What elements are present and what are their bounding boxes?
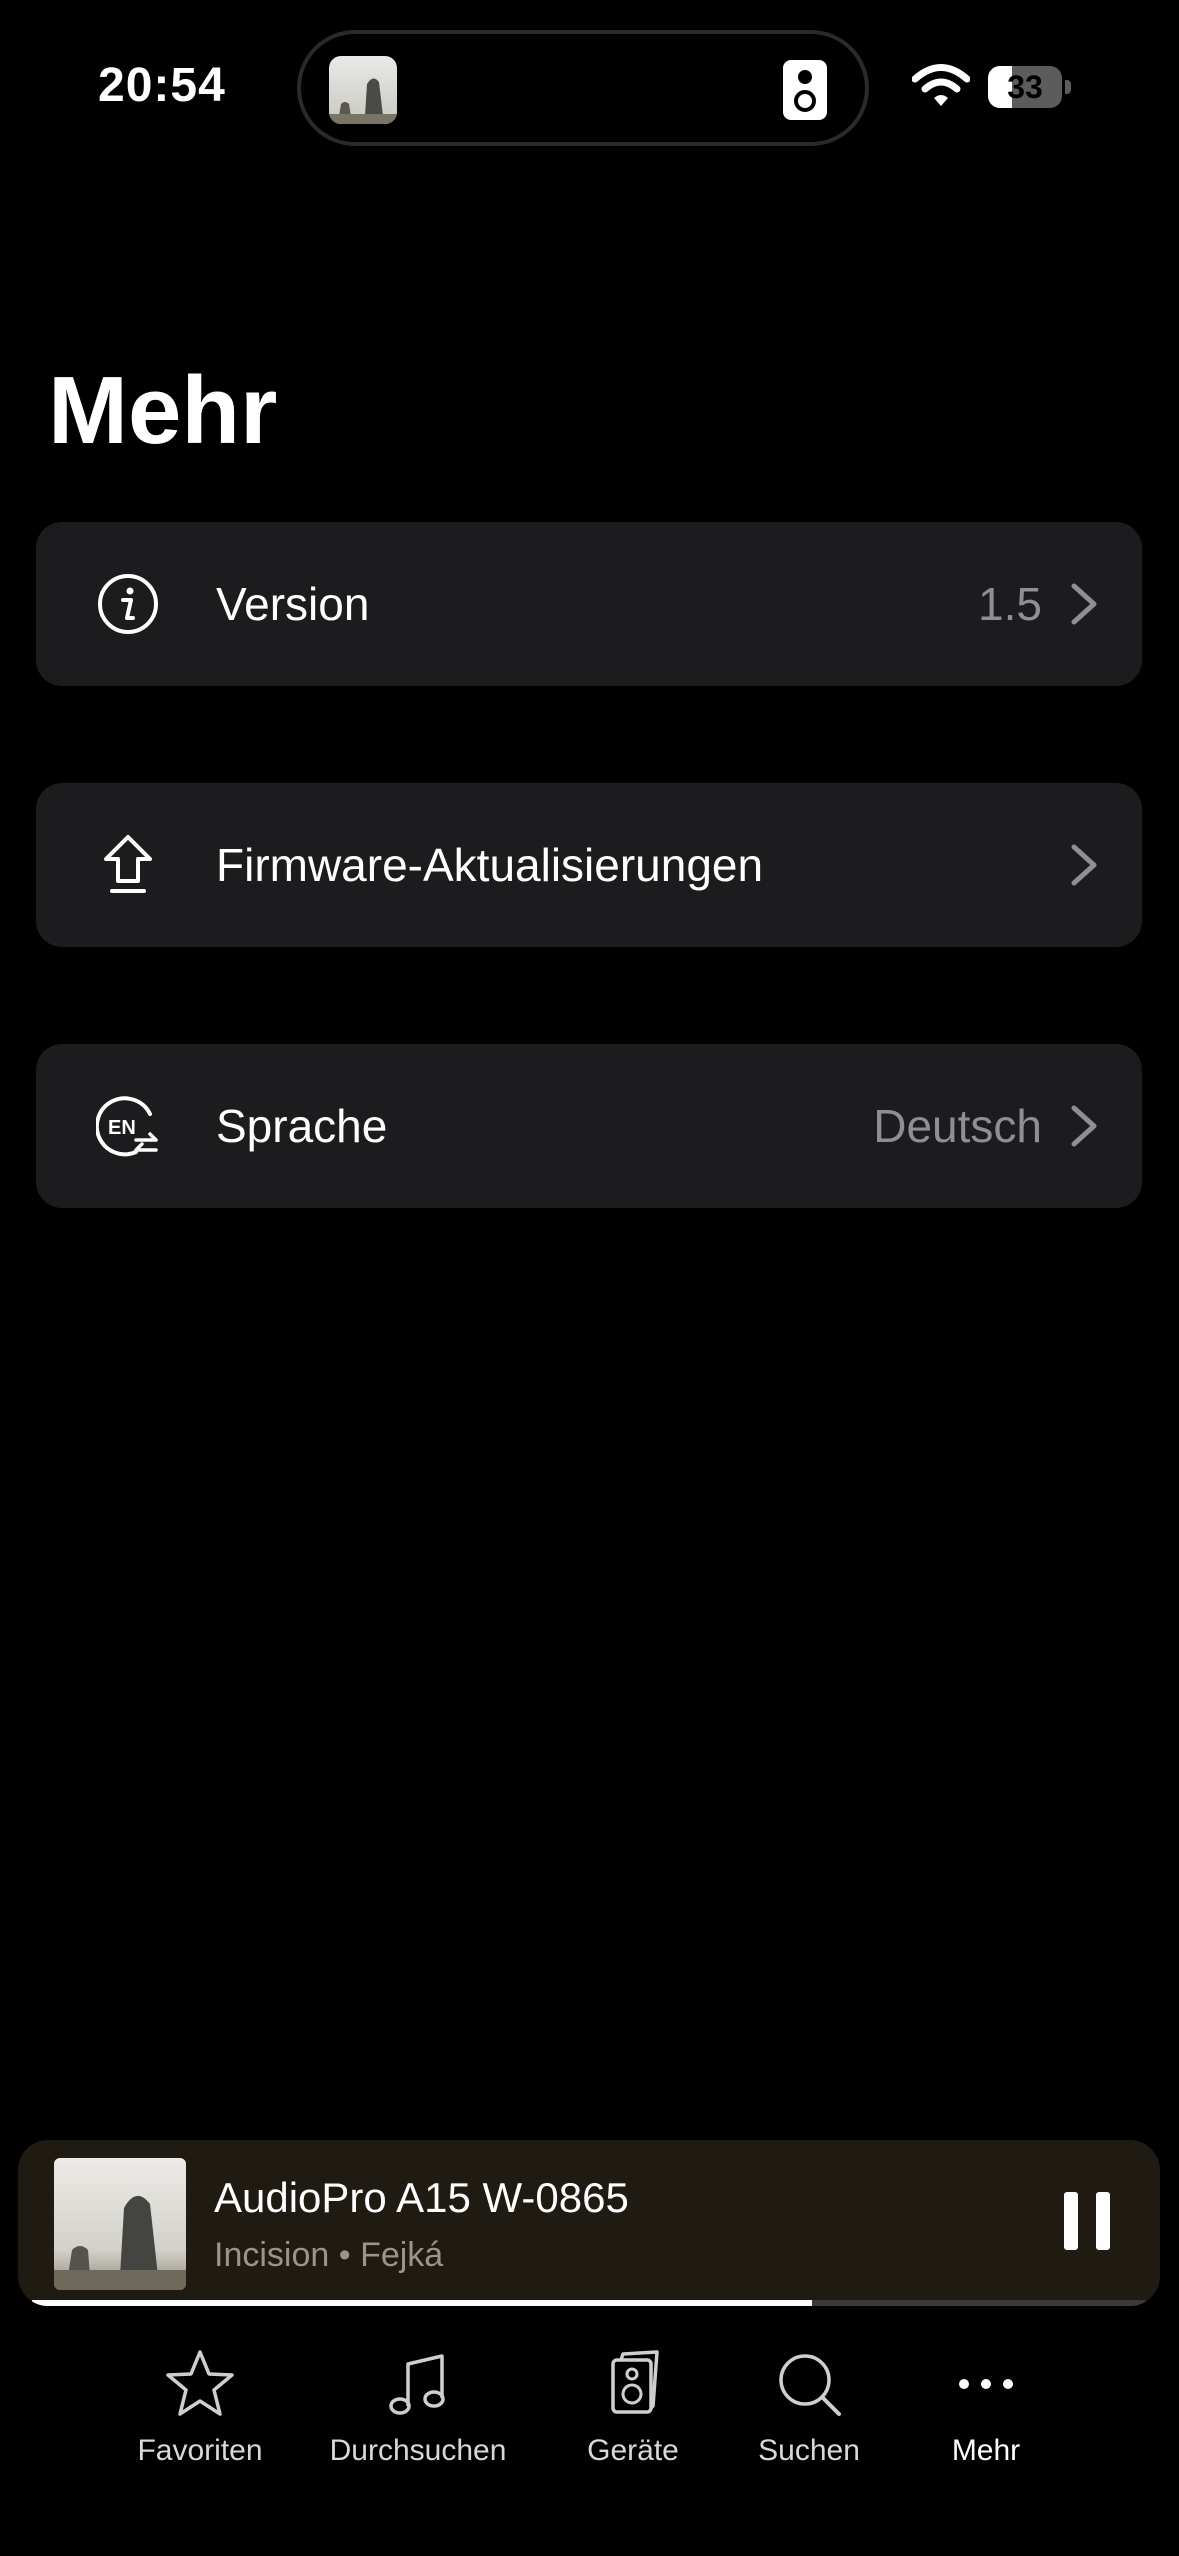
battery-level: 33 (1007, 69, 1043, 105)
battery-indicator: 33 (988, 66, 1062, 108)
settings-row-value: Deutsch (873, 1100, 1042, 1152)
settings-row-value: 1.5 (978, 578, 1042, 630)
tab-favoriten[interactable]: Favoriten (80, 2344, 320, 2468)
battery-tip (1065, 80, 1071, 94)
now-playing-title: AudioPro A15 W-0865 (214, 2174, 629, 2221)
status-time: 20:54 (98, 59, 226, 112)
wifi-icon (912, 64, 970, 106)
settings-row-version[interactable]: Version 1.5 (36, 522, 1142, 686)
pause-icon (1064, 2192, 1078, 2250)
settings-row-label: Firmware-Aktualisierungen (216, 839, 764, 891)
settings-row-label: Version (216, 578, 370, 630)
language-en-icon: EN (96, 1096, 158, 1157)
upload-arrow-icon (104, 835, 152, 893)
settings-row-label: Sprache (216, 1100, 388, 1152)
mini-player[interactable]: AudioPro A15 W-0865 Incision • Fejká (18, 2140, 1160, 2306)
album-art (329, 56, 397, 124)
star-icon (166, 2350, 234, 2416)
music-note-icon (389, 2354, 445, 2415)
speaker-icon (783, 60, 827, 120)
tab-durchsuchen[interactable]: Durchsuchen (298, 2344, 538, 2468)
settings-row-language[interactable]: EN Sprache Deutsch (36, 1044, 1142, 1208)
settings-row-firmware[interactable]: Firmware-Aktualisierungen (36, 783, 1142, 947)
search-icon (779, 2354, 841, 2416)
chevron-right-icon (1071, 844, 1097, 886)
chevron-right-icon (1071, 1105, 1097, 1147)
tab-label: Mehr (951, 2434, 1021, 2467)
dynamic-island[interactable] (297, 30, 869, 146)
pause-icon (1096, 2192, 1110, 2250)
svg-text:EN: EN (108, 1117, 136, 1139)
playback-progress[interactable] (32, 2300, 1146, 2306)
more-dots-icon (959, 2379, 1013, 2389)
tab-label: Durchsuchen (329, 2434, 507, 2467)
tab-label: Favoriten (137, 2434, 263, 2467)
info-icon (98, 574, 158, 634)
tab-mehr[interactable]: Mehr (866, 2344, 1106, 2468)
playback-progress-fill (32, 2300, 812, 2306)
album-art (54, 2158, 186, 2290)
pause-button[interactable] (1064, 2192, 1110, 2250)
now-playing-subtitle: Incision • Fejká (214, 2236, 444, 2274)
page-title: Mehr (48, 357, 278, 464)
speaker-icon (611, 2350, 659, 2414)
chevron-right-icon (1071, 583, 1097, 625)
